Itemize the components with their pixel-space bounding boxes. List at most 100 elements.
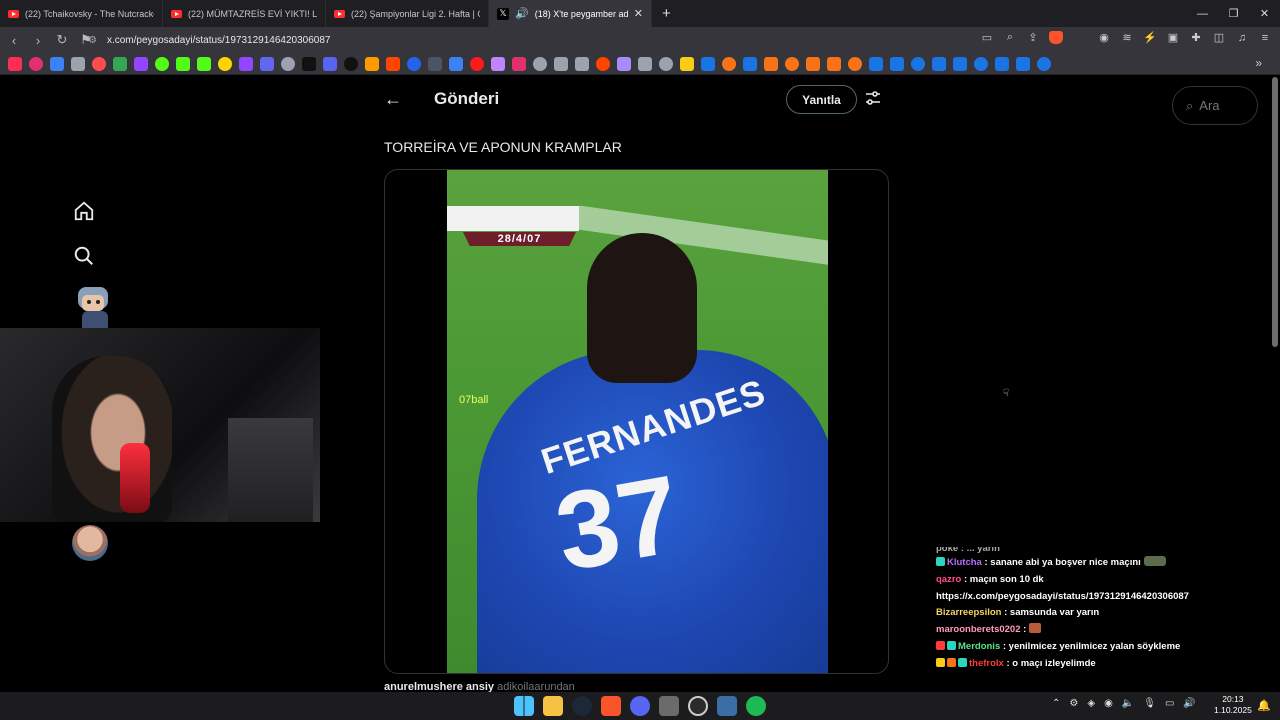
tweet-video[interactable]: 28/4/07 FERNANDES 37 07ball bbox=[384, 169, 889, 674]
discord-icon[interactable] bbox=[630, 696, 650, 716]
bookmark-icon[interactable] bbox=[617, 56, 631, 71]
bookmark-icon[interactable] bbox=[449, 56, 463, 71]
bookmark-icon[interactable] bbox=[323, 56, 337, 71]
spotify-icon[interactable] bbox=[746, 696, 766, 716]
bookmark-icon[interactable] bbox=[911, 56, 925, 71]
chat-username[interactable]: qazro bbox=[936, 574, 961, 585]
bookmark-icon[interactable] bbox=[470, 56, 484, 71]
bookmark-icon[interactable] bbox=[575, 56, 589, 71]
mic-icon[interactable]: 🎙 bbox=[1143, 698, 1156, 709]
bookmark-icon[interactable] bbox=[113, 56, 127, 71]
bookmark-icon[interactable] bbox=[407, 56, 421, 71]
app-icon[interactable] bbox=[659, 696, 679, 716]
bookmark-icon[interactable] bbox=[932, 56, 946, 71]
extension-icon[interactable]: ◉ bbox=[1097, 31, 1111, 44]
bookmark-icon[interactable] bbox=[596, 56, 610, 71]
chat-username[interactable]: maroonberets0202 bbox=[936, 624, 1020, 635]
bookmark-icon[interactable] bbox=[533, 56, 547, 71]
video-frame[interactable]: 28/4/07 FERNANDES 37 07ball bbox=[447, 170, 828, 673]
bookmark-icon[interactable] bbox=[365, 56, 379, 71]
tab-3[interactable]: (22) Şampiyonlar Ligi 2. Hafta | Galata bbox=[326, 0, 489, 27]
steam-icon[interactable] bbox=[717, 696, 737, 716]
chat-username[interactable]: thefrolx bbox=[969, 658, 1004, 669]
search-input[interactable]: ⌕ Ara bbox=[1172, 86, 1258, 125]
bookmark-icon[interactable] bbox=[995, 56, 1009, 71]
minimize-icon[interactable]: — bbox=[1187, 0, 1218, 27]
zoom-icon[interactable]: ⌕ bbox=[1003, 31, 1017, 44]
bookmark-icon[interactable] bbox=[281, 56, 295, 71]
bookmark-icon[interactable] bbox=[50, 56, 64, 71]
search-icon[interactable] bbox=[72, 244, 96, 268]
tab-4-active[interactable]: 𝕏 🔊 (18) X'te peygamber adayı no ✕ bbox=[489, 0, 652, 27]
extension-icon[interactable]: ⚡ bbox=[1143, 31, 1157, 44]
site-settings-icon[interactable]: ⚙ bbox=[88, 35, 97, 46]
bookmark-icon[interactable] bbox=[260, 56, 274, 71]
speaker-icon[interactable]: 🔊 bbox=[1183, 698, 1195, 709]
reply-button[interactable]: Yanıtla bbox=[786, 85, 857, 114]
url-field[interactable]: ⚙ x.com/peygosadayi/status/1973129146420… bbox=[88, 30, 1108, 50]
obs-icon[interactable] bbox=[688, 696, 708, 716]
bookmark-icon[interactable] bbox=[953, 56, 967, 71]
bookmark-icon[interactable] bbox=[428, 56, 442, 71]
bookmark-icon[interactable] bbox=[197, 56, 211, 71]
cast-icon[interactable]: ▭ bbox=[980, 31, 994, 44]
clock[interactable]: 20:13 1.10.2025 bbox=[1214, 694, 1252, 716]
tray-icon[interactable]: ◈ bbox=[1087, 698, 1095, 709]
bookmark-icon[interactable] bbox=[869, 56, 883, 71]
new-tab-button[interactable]: + bbox=[662, 5, 671, 22]
menu-icon[interactable]: ≡ bbox=[1258, 32, 1272, 44]
chat-username[interactable]: Bizarreepsilon bbox=[936, 607, 1001, 618]
bookmark-icon[interactable] bbox=[806, 56, 820, 71]
restore-icon[interactable]: ❐ bbox=[1218, 0, 1249, 27]
bookmark-icon[interactable] bbox=[764, 56, 778, 71]
chat-username[interactable]: Merdonis bbox=[958, 641, 1000, 652]
close-window-icon[interactable]: ✕ bbox=[1249, 0, 1280, 27]
tray-icon[interactable]: ⚙ bbox=[1069, 698, 1078, 709]
bookmark-icon[interactable] bbox=[8, 56, 22, 71]
bookmark-icon[interactable] bbox=[155, 56, 169, 71]
chevron-more-icon[interactable]: » bbox=[1255, 56, 1262, 70]
bookmark-icon[interactable] bbox=[848, 56, 862, 71]
bookmark-icon[interactable] bbox=[176, 56, 190, 71]
bookmark-icon[interactable] bbox=[890, 56, 904, 71]
extension-icon[interactable]: ≋ bbox=[1120, 31, 1134, 44]
media-icon[interactable]: ♫ bbox=[1235, 32, 1249, 44]
steam-tray-icon[interactable]: ◉ bbox=[1104, 698, 1113, 709]
bookmark-icon[interactable] bbox=[344, 56, 358, 71]
reload-icon[interactable]: ↻ bbox=[52, 32, 72, 48]
bookmark-icon[interactable] bbox=[134, 56, 148, 71]
tab-2[interactable]: (22) MÜMTAZREİS EVİ YIKTI! LİVERPO bbox=[163, 0, 326, 27]
windows-start-icon[interactable] bbox=[514, 696, 534, 716]
reply-author[interactable]: anurelmushere ansiy bbox=[384, 681, 494, 692]
bookmark-icon[interactable] bbox=[218, 56, 232, 71]
bookmark-icon[interactable] bbox=[92, 56, 106, 71]
share-icon[interactable]: ⇪ bbox=[1026, 31, 1040, 44]
bookmark-icon[interactable] bbox=[1037, 56, 1051, 71]
bookmark-icon[interactable] bbox=[638, 56, 652, 71]
bookmark-icon[interactable] bbox=[302, 56, 316, 71]
bookmark-icon[interactable] bbox=[785, 56, 799, 71]
bookmark-icon[interactable] bbox=[722, 56, 736, 71]
forward-icon[interactable]: › bbox=[28, 33, 48, 48]
audio-icon[interactable]: 🔊 bbox=[515, 7, 529, 20]
filter-icon[interactable] bbox=[865, 90, 881, 106]
bookmark-icon[interactable] bbox=[512, 56, 526, 71]
back-arrow-icon[interactable]: ← bbox=[384, 89, 402, 110]
bookmark-icon[interactable] bbox=[701, 56, 715, 71]
sidebar-icon[interactable]: ◫ bbox=[1212, 31, 1226, 44]
chat-username[interactable]: Klutcha bbox=[947, 557, 982, 568]
home-icon[interactable] bbox=[72, 199, 96, 223]
bookmark-icon[interactable] bbox=[71, 56, 85, 71]
bookmark-icon[interactable] bbox=[554, 56, 568, 71]
back-icon[interactable]: ‹ bbox=[4, 33, 24, 48]
close-tab-icon[interactable]: ✕ bbox=[634, 7, 643, 20]
bookmark-icon[interactable] bbox=[827, 56, 841, 71]
reply-handle[interactable]: adikoilaarundan bbox=[497, 681, 575, 692]
bookmark-icon[interactable] bbox=[680, 56, 694, 71]
network-icon[interactable]: ▭ bbox=[1165, 698, 1174, 709]
bookmark-icon[interactable] bbox=[491, 56, 505, 71]
steam-icon[interactable] bbox=[572, 696, 592, 716]
notification-icon[interactable]: 🔔 bbox=[1257, 699, 1271, 712]
bookmark-icon[interactable] bbox=[386, 56, 400, 71]
bookmark-icon[interactable] bbox=[239, 56, 253, 71]
